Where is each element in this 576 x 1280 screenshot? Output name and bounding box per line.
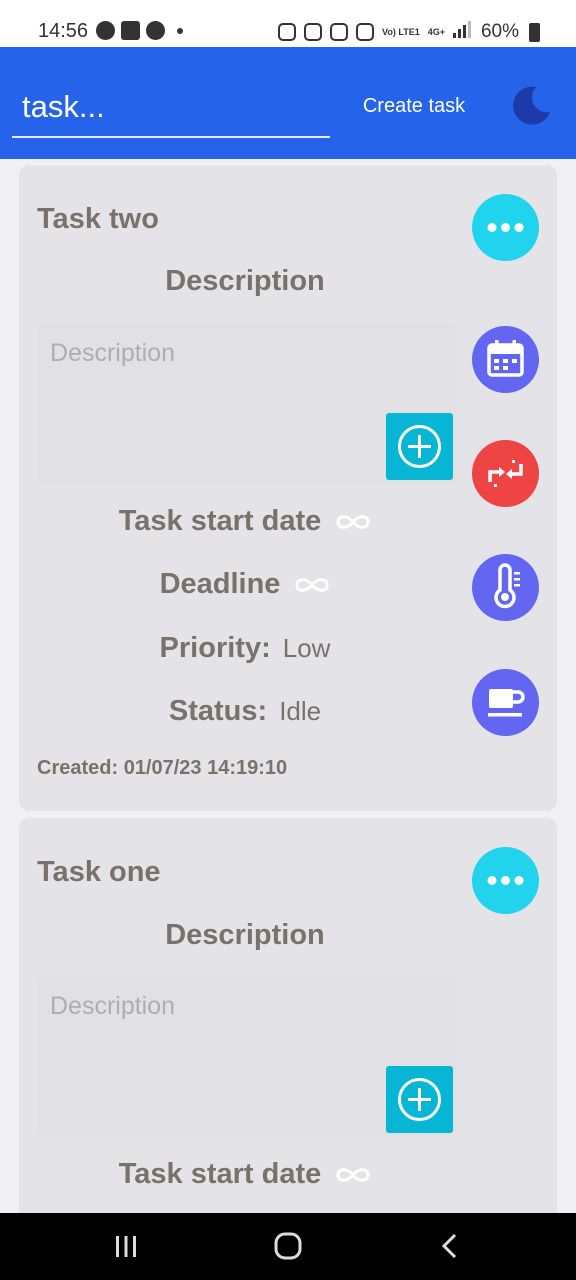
alert-icon [96, 21, 115, 40]
navigation-bar [0, 1213, 576, 1280]
thermometer-icon [494, 563, 520, 609]
priority-label: Priority: [159, 632, 271, 664]
more-icon [487, 223, 524, 232]
more-options-button[interactable] [472, 194, 539, 261]
plus-circle-icon [398, 425, 441, 468]
description-heading: Description [165, 265, 325, 297]
plus-circle-icon [398, 1078, 441, 1121]
signal-icon [452, 20, 473, 44]
task-card: Task one Description Description Task st… [19, 818, 557, 1238]
back-button[interactable] [430, 1229, 470, 1263]
coffee-button[interactable] [472, 669, 539, 736]
recent-apps-icon [116, 1236, 136, 1257]
swap-button[interactable] [472, 440, 539, 507]
priority-value: Low [282, 633, 331, 663]
image-icon [121, 21, 140, 40]
status-value: Idle [279, 696, 322, 726]
calendar-icon [487, 340, 524, 377]
deadline-label: Deadline [159, 568, 281, 600]
hotspot-icon [356, 23, 375, 41]
infinity-icon [336, 1168, 370, 1183]
start-date-label: Task start date [118, 1158, 322, 1190]
description-placeholder: Description [50, 339, 176, 367]
network-label: Vo) LTE1 [382, 26, 420, 37]
lock-icon [278, 23, 297, 41]
deadline-row: Deadline [19, 568, 471, 601]
task-title: Task one [37, 856, 161, 888]
app-bar: Create task [0, 47, 576, 159]
status-time: 14:56 [38, 20, 89, 42]
coffee-icon [488, 689, 525, 717]
mute-icon [330, 23, 349, 41]
task-input[interactable] [12, 78, 330, 138]
start-date-row: Task start date [19, 505, 471, 538]
back-icon [441, 1233, 457, 1259]
status-label: Status: [168, 695, 268, 727]
more-icon [487, 876, 524, 885]
home-button[interactable] [268, 1229, 308, 1263]
infinity-icon [295, 578, 329, 593]
task-card: Task two Description Description Task st… [19, 165, 557, 811]
account-icon [146, 21, 165, 40]
start-date-label: Task start date [118, 505, 322, 537]
calendar-button[interactable] [472, 326, 539, 393]
task-title: Task two [37, 203, 159, 235]
alarm-icon [304, 23, 323, 41]
battery-text: 60% [480, 21, 519, 42]
network-type: 4G+ [427, 26, 445, 37]
dot-icon [177, 27, 183, 34]
system-icons: Vo) LTE1 4G+ 60% [278, 20, 540, 44]
description-heading: Description [165, 919, 325, 951]
swap-icon [488, 460, 523, 487]
battery-icon [529, 22, 540, 42]
add-description-button[interactable] [386, 413, 453, 480]
infinity-icon [336, 515, 370, 530]
moon-icon[interactable] [510, 84, 552, 126]
start-date-row: Task start date [19, 1158, 471, 1191]
status-bar: 14:56 Vo) LTE1 4G+ 60% [0, 0, 576, 47]
add-description-button[interactable] [386, 1066, 453, 1133]
home-icon [274, 1232, 302, 1260]
created-timestamp: Created: 01/07/23 14:19:10 [37, 757, 288, 779]
notification-icons [96, 21, 183, 40]
status-row: Status: Idle [19, 695, 471, 728]
more-options-button[interactable] [472, 847, 539, 914]
create-task-button[interactable]: Create task [350, 87, 478, 125]
description-placeholder: Description [50, 992, 176, 1020]
priority-row: Priority: Low [19, 632, 471, 665]
thermometer-button[interactable] [472, 554, 539, 621]
recent-apps-button[interactable] [106, 1229, 146, 1263]
